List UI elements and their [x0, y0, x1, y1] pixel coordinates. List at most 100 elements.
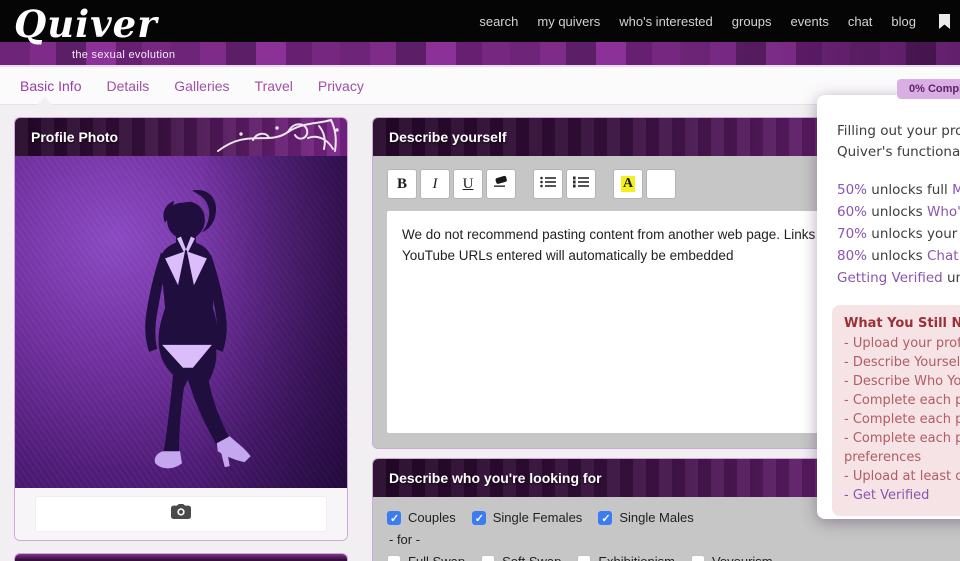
checkbox-icon[interactable]: [481, 555, 495, 561]
site-logo[interactable]: Quiver the sexual evolution: [14, 2, 158, 46]
font-color-icon: A: [621, 176, 635, 192]
unlock-percent: 80%: [837, 248, 867, 264]
unlock-list: 50% unlocks full Member 60% unlocks Who'…: [837, 179, 960, 289]
nav-my-quivers[interactable]: my quivers: [537, 14, 600, 29]
unlock-row-80: 80% unlocks Chat: [837, 245, 960, 267]
unlock-percent: 60%: [837, 204, 867, 220]
unordered-list-button[interactable]: [533, 169, 563, 199]
unlock-link[interactable]: Member: [952, 182, 960, 198]
describe-yourself-title: Describe yourself: [389, 118, 507, 156]
tab-travel[interactable]: Travel: [255, 78, 293, 94]
checkbox-icon[interactable]: [387, 555, 401, 561]
italic-button[interactable]: I: [420, 169, 450, 199]
popover-intro: Quiver's functionality:: [837, 142, 960, 163]
unlock-row-60: 60% unlocks Who's Intere: [837, 201, 960, 223]
checkbox-icon[interactable]: [577, 555, 591, 561]
underline-button[interactable]: U: [453, 169, 483, 199]
logo-tagline: the sexual evolution: [72, 49, 175, 61]
unlock-link[interactable]: Chat: [927, 248, 959, 264]
ordered-list-icon: [573, 176, 589, 193]
unlock-text: unlocks: [867, 248, 927, 264]
nav-groups[interactable]: groups: [732, 14, 772, 29]
ordered-list-button[interactable]: [566, 169, 596, 199]
profile-photo-title: Profile Photo: [31, 118, 118, 156]
todo-item: - Complete each pers: [844, 410, 960, 429]
checkbox-label: Voyeurism: [712, 554, 773, 561]
checkbox-soft-swap[interactable]: Soft Swap: [481, 554, 561, 561]
tab-basic-info[interactable]: Basic Info: [20, 78, 81, 94]
checkbox-single-males[interactable]: Single Males: [598, 510, 693, 525]
silhouette-figure: [15, 156, 347, 488]
checkbox-label: Full Swap: [408, 554, 465, 561]
unlock-percent: Getting Verified: [837, 270, 943, 286]
todo-item: - Describe Who You're: [844, 372, 960, 391]
unlock-text: unlocks full: [867, 182, 952, 198]
camera-icon: [171, 504, 191, 524]
unlock-percent: 50%: [837, 182, 867, 198]
eraser-icon: [493, 175, 509, 193]
completion-popover: Filling out your profile u Quiver's func…: [817, 95, 960, 519]
checkbox-icon[interactable]: [472, 511, 486, 525]
for-separator: - for -: [389, 532, 960, 547]
checkbox-label: Soft Swap: [502, 554, 561, 561]
floral-decoration-icon: [213, 118, 343, 156]
unlock-row-70: 70% unlocks your ability: [837, 223, 960, 245]
todo-item: - Upload at least one: [844, 467, 960, 486]
checkbox-exhibitionism[interactable]: Exhibitionism: [577, 554, 675, 561]
font-color-button[interactable]: A: [613, 169, 643, 199]
upload-photo-button[interactable]: [35, 496, 327, 532]
checkbox-icon[interactable]: [387, 511, 401, 525]
bookmark-icon[interactable]: [939, 14, 950, 29]
checkbox-couples[interactable]: Couples: [387, 510, 456, 525]
profile-photo-card: Profile Photo: [14, 117, 348, 541]
page: { "header": { "logo_title": "Quiver", "l…: [0, 0, 960, 561]
checkbox-single-females[interactable]: Single Females: [472, 510, 583, 525]
todo-item: - Complete each pers: [844, 429, 960, 448]
todo-item: - Upload your profile p: [844, 334, 960, 353]
todo-item: - Complete each pers: [844, 391, 960, 410]
checkbox-label: Exhibitionism: [598, 554, 675, 561]
todo-item-get-verified[interactable]: - Get Verified: [844, 486, 960, 505]
eraser-button[interactable]: [486, 169, 516, 199]
todo-title: What You Still Need To: [844, 316, 960, 331]
popover-intro: Filling out your profile u: [837, 121, 960, 142]
profile-tabs: Basic Info Details Galleries Travel Priv…: [0, 67, 960, 105]
logo-text: Quiver: [14, 2, 158, 46]
checkbox-full-swap[interactable]: Full Swap: [387, 554, 465, 561]
todo-item: - Describe Yourselves: [844, 353, 960, 372]
bold-button[interactable]: B: [387, 169, 417, 199]
unordered-list-icon: [540, 176, 556, 193]
nav-blog[interactable]: blog: [891, 14, 916, 29]
unlock-text: unlocks your ability: [867, 226, 960, 242]
profile-photo-image: [15, 156, 347, 488]
checkbox-icon[interactable]: [598, 511, 612, 525]
checkbox-label: Couples: [408, 510, 456, 525]
unlock-percent: 70%: [837, 226, 867, 242]
checkbox-label: Single Males: [619, 510, 693, 525]
checkbox-voyeurism[interactable]: Voyeurism: [691, 554, 773, 561]
unlock-row-50: 50% unlocks full Member: [837, 179, 960, 201]
unlock-link[interactable]: Who's Intere: [927, 204, 960, 220]
nav-search[interactable]: search: [479, 14, 518, 29]
activities-row: Full Swap Soft Swap Exhibitionism Voyeur…: [387, 554, 960, 561]
active-tab-caret: [36, 97, 54, 106]
nav-chat[interactable]: chat: [848, 14, 873, 29]
todo-box: What You Still Need To - Upload your pro…: [832, 305, 960, 516]
todo-item: preferences: [844, 448, 960, 467]
unlock-text: unlocks: [867, 204, 927, 220]
photo-upload-area: [15, 488, 347, 540]
checkbox-icon[interactable]: [691, 555, 705, 561]
nav-whos-interested[interactable]: who's interested: [619, 14, 713, 29]
tab-details[interactable]: Details: [106, 78, 149, 94]
profile-photo-header: Profile Photo: [15, 118, 347, 156]
tab-galleries[interactable]: Galleries: [174, 78, 229, 94]
describe-looking-title: Describe who you're looking for: [389, 459, 602, 497]
checkbox-label: Single Females: [493, 510, 583, 525]
nav-events[interactable]: events: [791, 14, 829, 29]
unlock-row-verified: Getting Verified unlocks: [837, 267, 960, 289]
blank-toolbar-button[interactable]: [646, 169, 676, 199]
unlock-text: unlocks: [943, 270, 960, 286]
completion-badge[interactable]: 0% Comple: [897, 79, 960, 99]
next-section-header: [14, 553, 348, 561]
tab-privacy[interactable]: Privacy: [318, 78, 364, 94]
